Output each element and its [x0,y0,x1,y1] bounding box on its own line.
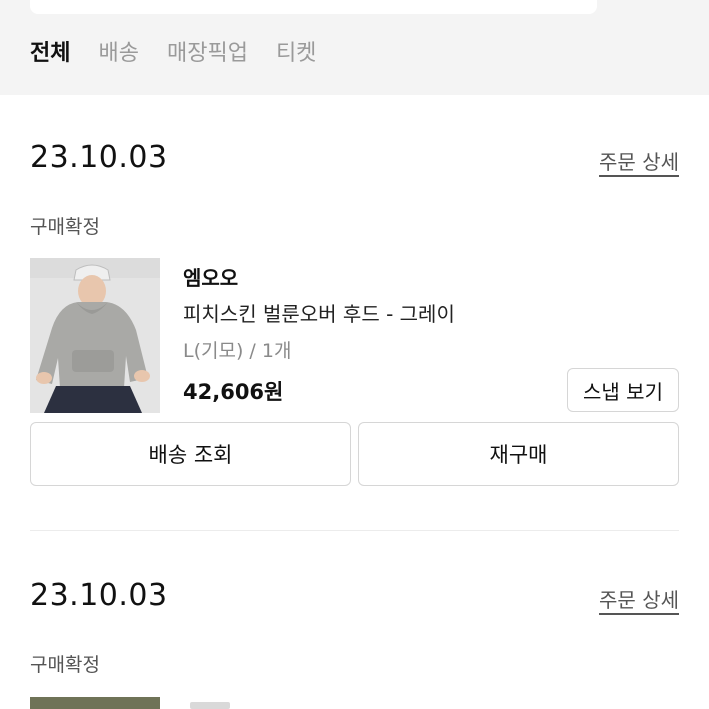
search-bar[interactable] [30,0,597,14]
tab-all[interactable]: 전체 [30,38,70,70]
product-price: 42,606원 [183,380,284,404]
order-detail-link[interactable]: 주문 상세 [599,584,679,613]
order-status: 구매확정 [30,216,100,238]
product-name[interactable]: 피치스킨 벌룬오버 후드 - 그레이 [183,298,455,327]
order-divider [30,530,679,531]
snap-view-button[interactable]: 스냅 보기 [567,368,679,412]
product-option: L(기모) / 1개 [183,340,292,362]
order-date: 23.10.03 [30,140,168,175]
product-thumbnail[interactable] [30,258,160,413]
order-filter-tabs: 전체 배송 매장픽업 티켓 [30,38,344,70]
tab-store-pickup[interactable]: 매장픽업 [167,38,248,70]
order-date: 23.10.03 [30,578,168,613]
tab-delivery[interactable]: 배송 [98,38,138,70]
top-header-area: 전체 배송 매장픽업 티켓 [0,0,709,95]
track-delivery-button[interactable]: 배송 조회 [30,422,351,486]
tab-ticket[interactable]: 티켓 [276,38,316,70]
rebuy-button[interactable]: 재구매 [358,422,679,486]
order-status: 구매확정 [30,654,100,676]
order-detail-link[interactable]: 주문 상세 [599,146,679,175]
product-thumbnail[interactable] [30,697,160,709]
product-brand-partial [190,702,230,709]
product-image [30,258,160,413]
product-brand: 엠오오 [183,266,239,290]
